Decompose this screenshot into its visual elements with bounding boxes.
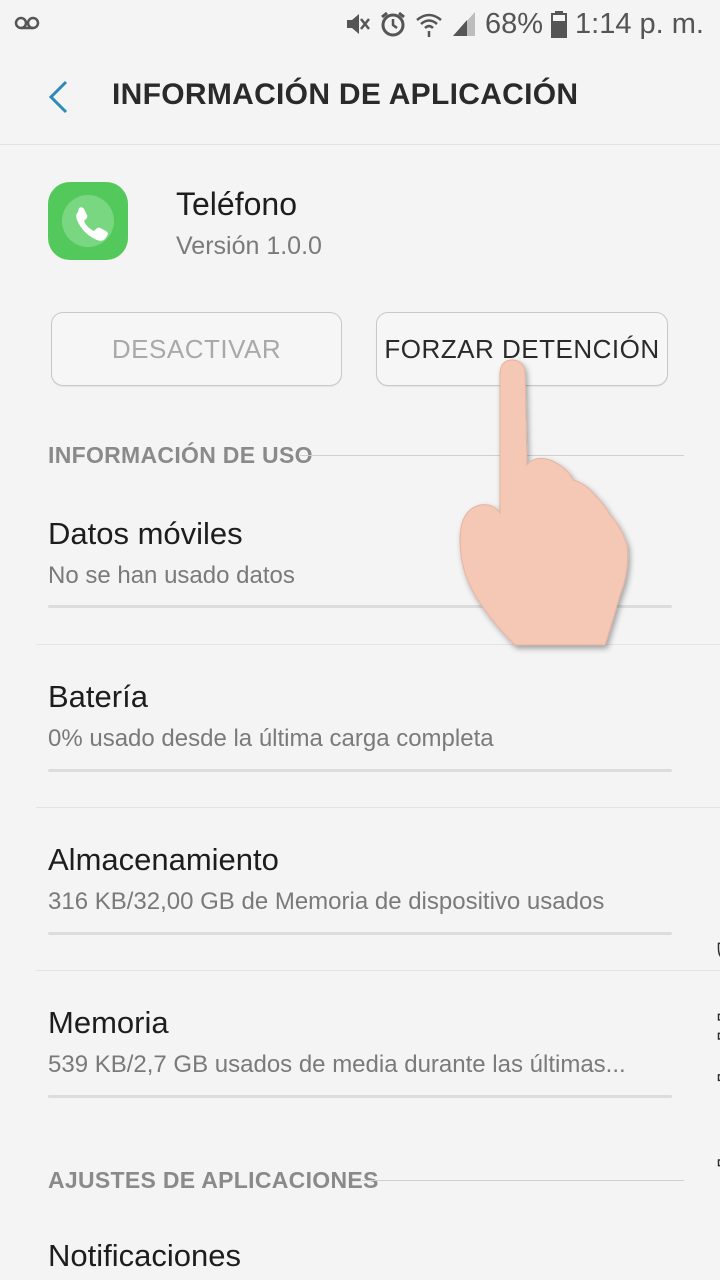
list-item-subtitle: 0% usado desde la última carga completa <box>48 725 494 752</box>
chevron-left-icon <box>48 80 68 114</box>
clock: 1:14 p. m. <box>575 7 704 40</box>
list-item-title: Notificaciones <box>48 1238 241 1273</box>
divider <box>36 970 720 971</box>
list-item-title: Memoria <box>48 1005 169 1040</box>
pointing-hand-icon <box>459 359 629 646</box>
usage-bar <box>48 1095 672 1098</box>
app-bar: INFORMACIÓN DE APLICACIÓN <box>0 50 720 145</box>
status-bar: 68% 1:14 p. m. <box>0 0 720 50</box>
usage-bar <box>48 932 672 935</box>
section-header-app-settings: AJUSTES DE APLICACIONES <box>48 1167 379 1193</box>
battery-percent: 68% <box>484 7 544 40</box>
signal-icon <box>451 10 477 38</box>
usage-bar <box>48 769 672 772</box>
section-divider <box>362 1180 684 1181</box>
alarm-icon <box>379 10 407 38</box>
phone-icon <box>62 195 114 247</box>
section-header-usage: INFORMACIÓN DE USO <box>48 442 313 468</box>
mute-icon <box>343 10 371 38</box>
divider <box>36 807 720 808</box>
wifi-icon <box>415 10 443 38</box>
voicemail-icon <box>14 10 40 36</box>
back-button[interactable] <box>36 74 80 120</box>
page-title: INFORMACIÓN DE APLICACIÓN <box>112 78 579 111</box>
disable-button[interactable]: DESACTIVAR <box>51 312 342 386</box>
list-item-subtitle: No se han usado datos <box>48 562 295 589</box>
list-item-subtitle: 539 KB/2,7 GB usados de media durante la… <box>48 1051 626 1078</box>
list-item-title: Batería <box>48 679 148 714</box>
list-item-title: Datos móviles <box>48 516 243 551</box>
list-item-title: Almacenamiento <box>48 842 279 877</box>
app-name: Teléfono <box>176 186 297 222</box>
app-version: Versión 1.0.0 <box>176 232 322 260</box>
battery-icon <box>551 10 568 38</box>
watermark: androidjefe.com <box>707 741 720 1275</box>
app-icon <box>48 182 128 260</box>
list-item-subtitle: 316 KB/32,00 GB de Memoria de dispositiv… <box>48 888 605 915</box>
